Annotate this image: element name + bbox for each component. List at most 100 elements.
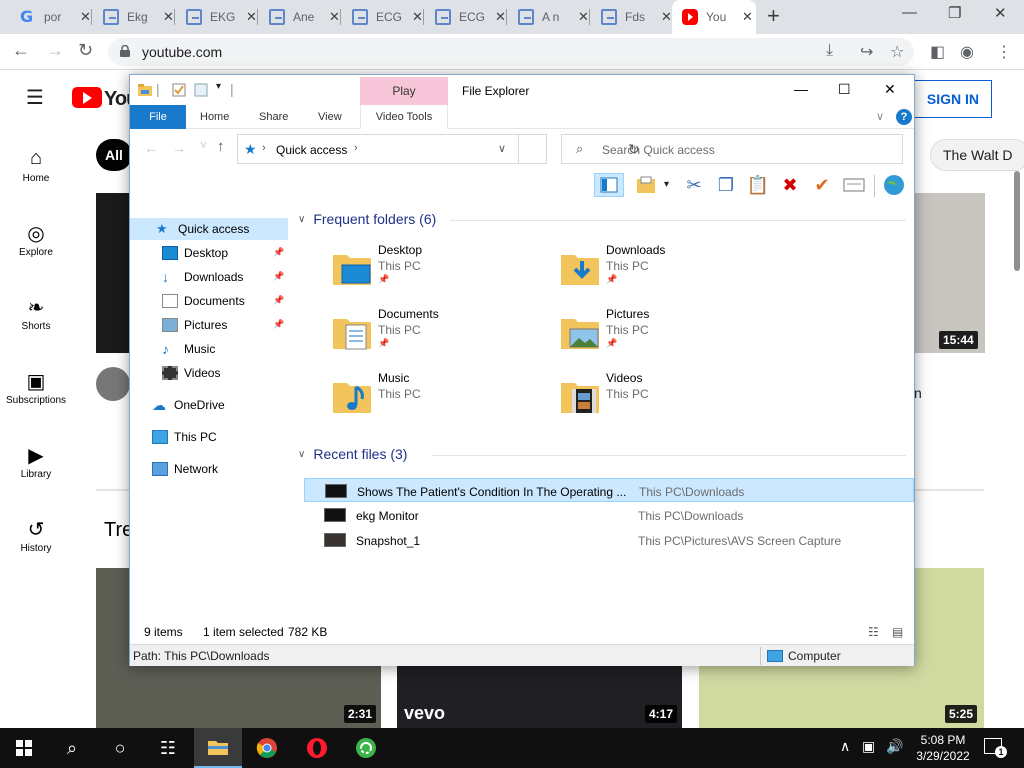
folder-documents[interactable]: Documents This PC 📌 bbox=[332, 307, 532, 363]
explorer-address-bar[interactable]: ★ › Quick access › ∨ ↻ bbox=[237, 134, 640, 164]
new-item-dropdown-icon[interactable]: ▾ bbox=[664, 179, 669, 190]
tab-share[interactable]: Share bbox=[259, 105, 288, 129]
folder-pictures[interactable]: Pictures This PC 📌 bbox=[560, 307, 760, 363]
nav-documents[interactable]: Documents 📌 bbox=[130, 290, 288, 312]
browser-tab-active[interactable]: You ✕ bbox=[672, 0, 756, 34]
explorer-title-bar[interactable]: | ▾ | Play File Explorer ― ☐ ✕ bbox=[130, 75, 914, 105]
taskbar-clock[interactable]: 5:08 PM 3/29/2022 bbox=[908, 732, 978, 764]
browser-tab-7[interactable]: A n ✕ bbox=[508, 0, 591, 34]
tab-home[interactable]: Home bbox=[200, 105, 229, 129]
address-dropdown-icon[interactable]: ∨ bbox=[498, 142, 506, 155]
rename-check-icon[interactable]: ✔ bbox=[810, 173, 834, 197]
cut-icon[interactable]: ✂ bbox=[682, 173, 706, 197]
breadcrumb-chevron-icon[interactable]: › bbox=[354, 142, 358, 154]
close-tab-icon[interactable]: ✕ bbox=[661, 9, 672, 25]
qat-dropdown-icon[interactable]: ▾ bbox=[216, 81, 221, 92]
browser-tab-2[interactable]: Ekg ✕ bbox=[93, 0, 176, 34]
browser-tab-3[interactable]: EKG ✕ bbox=[176, 0, 259, 34]
browser-tab-8[interactable]: Fds ✕ bbox=[591, 0, 674, 34]
recent-file-row[interactable]: Shows The Patient's Condition In The Ope… bbox=[304, 478, 914, 502]
help-icon[interactable]: ? bbox=[896, 109, 912, 125]
nav-this-pc[interactable]: This PC bbox=[130, 426, 288, 448]
ytnav-explore[interactable]: ◎ Explore bbox=[0, 221, 72, 258]
pin-icon[interactable]: 📌 bbox=[273, 247, 284, 258]
recent-files-header[interactable]: ∨ Recent files (3) bbox=[298, 446, 407, 462]
reload-icon[interactable]: ↻ bbox=[78, 40, 93, 61]
menu-kebab-icon[interactable]: ⋮ bbox=[996, 42, 1012, 62]
tab-view[interactable]: View bbox=[318, 105, 342, 129]
expand-ribbon-icon[interactable]: ∨ bbox=[876, 110, 884, 123]
ytnav-library[interactable]: ▶ Library bbox=[0, 443, 72, 480]
side-panel-icon[interactable]: ◧ bbox=[930, 42, 945, 62]
close-tab-icon[interactable]: ✕ bbox=[495, 9, 506, 25]
hamburger-menu-icon[interactable]: ☰ bbox=[26, 85, 44, 110]
tab-video-tools[interactable]: Video Tools bbox=[360, 105, 448, 129]
sign-in-button[interactable]: SIGN IN bbox=[906, 80, 992, 118]
pin-icon[interactable]: 📌 bbox=[273, 319, 284, 330]
start-button[interactable] bbox=[0, 728, 48, 768]
recent-locations-icon[interactable]: ˅ bbox=[200, 138, 207, 152]
nav-network[interactable]: Network bbox=[130, 458, 288, 480]
copy-icon[interactable]: ❐ bbox=[714, 173, 738, 197]
close-tab-icon[interactable]: ✕ bbox=[742, 9, 753, 25]
task-view-icon[interactable]: ☷ bbox=[144, 728, 192, 768]
nav-pictures[interactable]: Pictures 📌 bbox=[130, 314, 288, 336]
opera-icon[interactable] bbox=[293, 728, 341, 768]
close-tab-icon[interactable]: ✕ bbox=[80, 9, 91, 25]
pin-icon[interactable]: 📌 bbox=[273, 271, 284, 282]
nav-quick-access[interactable]: ★ Quick access bbox=[130, 218, 288, 240]
forward-icon[interactable]: → bbox=[46, 40, 64, 61]
tab-file[interactable]: File bbox=[130, 105, 186, 129]
new-item-icon[interactable] bbox=[634, 173, 658, 197]
details-view-icon[interactable]: ☷ bbox=[868, 625, 879, 639]
volume-icon[interactable]: 🔊 bbox=[886, 738, 903, 755]
scrollbar-thumb[interactable] bbox=[1014, 171, 1020, 271]
ytnav-shorts[interactable]: ❧ Shorts bbox=[0, 295, 72, 332]
folder-quick-access-icon[interactable] bbox=[138, 83, 152, 97]
close-tab-icon[interactable]: ✕ bbox=[329, 9, 340, 25]
ytnav-home[interactable]: ⌂ Home bbox=[0, 147, 72, 184]
nav-downloads[interactable]: ↓ Downloads 📌 bbox=[130, 266, 288, 288]
network-tray-icon[interactable]: ▣ bbox=[862, 738, 875, 755]
folder-videos[interactable]: Videos This PC bbox=[560, 371, 760, 427]
properties-icon[interactable] bbox=[172, 83, 186, 97]
collapse-chevron-icon[interactable]: ∨ bbox=[298, 214, 305, 225]
globe-icon[interactable] bbox=[882, 173, 906, 197]
video-thumbnail[interactable]: 15:44 bbox=[915, 193, 985, 353]
delete-icon[interactable]: ✖ bbox=[778, 173, 802, 197]
install-icon[interactable]: ⤓ bbox=[826, 42, 833, 60]
collapse-chevron-icon[interactable]: ∨ bbox=[298, 449, 305, 460]
profile-icon[interactable]: ◉ bbox=[960, 42, 974, 62]
frequent-folders-header[interactable]: ∨ Frequent folders (6) bbox=[298, 211, 436, 227]
avatar[interactable] bbox=[96, 367, 130, 401]
window-close-icon[interactable]: ✕ bbox=[994, 4, 1007, 22]
close-tab-icon[interactable]: ✕ bbox=[163, 9, 174, 25]
preview-pane-icon[interactable] bbox=[594, 173, 624, 197]
app-green-icon[interactable] bbox=[342, 728, 390, 768]
properties-icon[interactable] bbox=[842, 173, 866, 197]
minimize-icon[interactable]: ― bbox=[902, 4, 917, 21]
folder-downloads[interactable]: Downloads This PC 📌 bbox=[560, 243, 760, 299]
folder-music[interactable]: Music This PC bbox=[332, 371, 532, 427]
file-explorer-taskbar-icon[interactable] bbox=[194, 728, 242, 768]
youtube-logo-icon[interactable] bbox=[72, 87, 102, 108]
address-bar[interactable]: youtube.com bbox=[108, 38, 914, 66]
forward-icon[interactable]: → bbox=[172, 140, 186, 156]
close-tab-icon[interactable]: ✕ bbox=[578, 9, 589, 25]
cortana-icon[interactable]: ○ bbox=[96, 728, 144, 768]
folder-desktop[interactable]: Desktop This PC 📌 bbox=[332, 243, 532, 299]
search-icon[interactable]: ⌕ bbox=[48, 728, 96, 768]
chip-all[interactable]: All bbox=[96, 139, 132, 171]
browser-tab-1[interactable]: G por ✕ bbox=[10, 0, 93, 34]
paste-icon[interactable]: 📋 bbox=[746, 173, 770, 197]
recent-file-row[interactable]: ekg Monitor This PC\Downloads bbox=[304, 503, 914, 527]
chip-the-walt-disney[interactable]: The Walt D bbox=[930, 139, 1024, 171]
play-context-tab[interactable]: Play bbox=[360, 77, 448, 105]
up-icon[interactable]: ↑ bbox=[217, 138, 225, 155]
minimize-icon[interactable]: ― bbox=[794, 81, 808, 97]
bookmark-star-icon[interactable]: ☆ bbox=[890, 42, 904, 62]
back-icon[interactable]: ← bbox=[12, 40, 30, 61]
close-icon[interactable]: ✕ bbox=[884, 81, 896, 98]
pin-icon[interactable]: 📌 bbox=[273, 295, 284, 306]
maximize-icon[interactable]: ☐ bbox=[838, 81, 851, 98]
